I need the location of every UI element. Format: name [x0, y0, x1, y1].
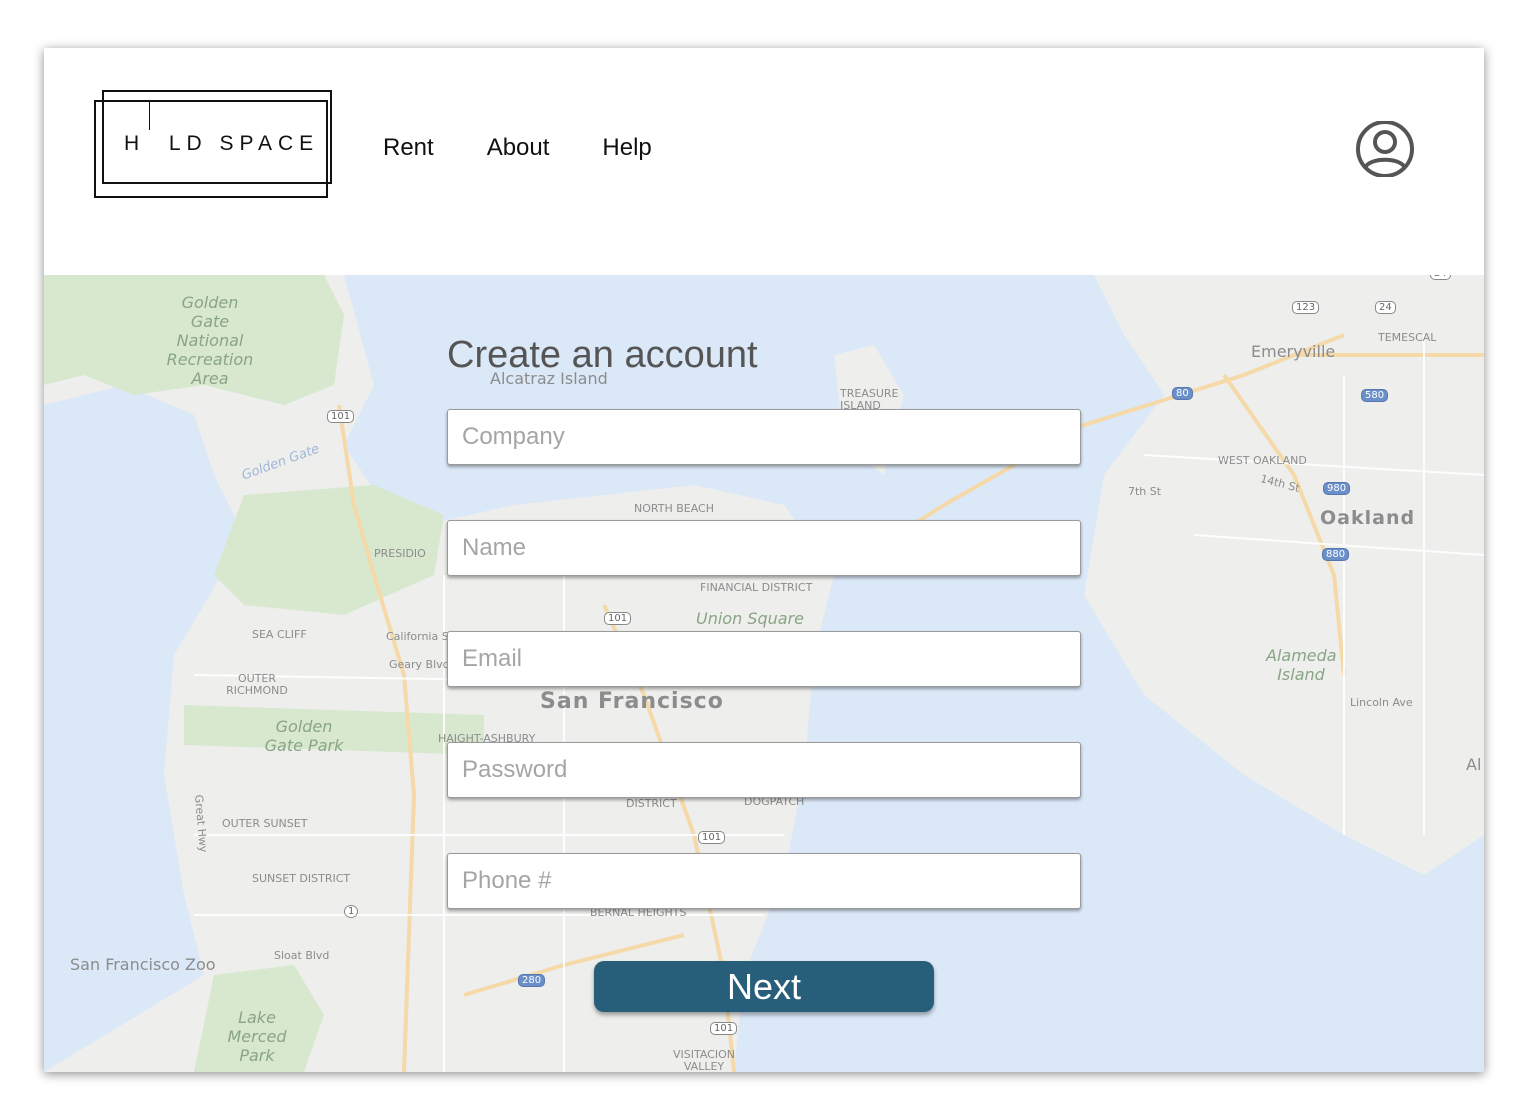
- map-label-union-square: Union Square: [696, 609, 804, 628]
- highway-shield-580: 580: [1361, 389, 1389, 402]
- main-nav: Rent About Help: [383, 134, 705, 162]
- map-label-temescal: TEMESCAL: [1378, 331, 1437, 344]
- company-input[interactable]: [447, 409, 1081, 465]
- highway-shield-101: 101: [710, 1022, 738, 1035]
- map-label-lake-merced: Lake Merced Park: [227, 1008, 287, 1065]
- email-input[interactable]: [447, 631, 1081, 687]
- nav-rent-link[interactable]: Rent: [383, 134, 434, 162]
- app-window: H LD SPACE Rent About Help Golden Gate N…: [44, 48, 1484, 1072]
- map-label-west-oakland: WEST OAKLAND: [1218, 454, 1307, 467]
- page-title: Create an account: [447, 334, 758, 376]
- highway-shield-980: 980: [1323, 482, 1351, 495]
- map-label-ggnra: Golden Gate National Recreation Area: [166, 293, 254, 388]
- highway-shield-80: 80: [1172, 387, 1193, 400]
- highway-shield-880: 880: [1322, 548, 1350, 561]
- map-label-7th-st: 7th St: [1128, 485, 1162, 498]
- map-label-sf-zoo: San Francisco Zoo: [70, 955, 216, 974]
- map-label-mission-district: DISTRICT: [626, 797, 677, 810]
- nav-about-link[interactable]: About: [487, 134, 550, 162]
- map-label-al: Al: [1466, 755, 1482, 774]
- map-label-sea-cliff: SEA CLIFF: [252, 628, 307, 641]
- password-input[interactable]: [447, 742, 1081, 798]
- highway-shield-101: 101: [327, 410, 355, 423]
- logo-text: H LD SPACE: [124, 132, 320, 155]
- map-label-sunset-district: SUNSET DISTRICT: [252, 872, 351, 885]
- highway-shield-24: 24: [1430, 275, 1451, 280]
- phone-input[interactable]: [447, 853, 1081, 909]
- nav-help-link[interactable]: Help: [602, 134, 651, 162]
- highway-shield-101: 101: [698, 831, 726, 844]
- map-label-oakland: Oakland: [1320, 507, 1416, 529]
- header: H LD SPACE Rent About Help: [44, 48, 1484, 275]
- map-label-emeryville: Emeryville: [1251, 342, 1336, 361]
- map-label-sloat-blvd: Sloat Blvd: [274, 949, 330, 962]
- logo-bulb-cord: [149, 102, 150, 130]
- highway-shield-101: 101: [604, 612, 632, 625]
- highway-shield-280: 280: [518, 974, 546, 987]
- map-label-outer-richmond: OUTER RICHMOND: [226, 672, 288, 697]
- next-button[interactable]: Next: [594, 961, 934, 1012]
- map-label-visitacion-valley: VISITACION VALLEY: [672, 1048, 735, 1073]
- name-input[interactable]: [447, 520, 1081, 576]
- highway-shield-24: 24: [1375, 301, 1396, 314]
- map-label-geary-blvd: Geary Blvd: [389, 658, 450, 671]
- logo[interactable]: H LD SPACE: [94, 88, 336, 200]
- map-label-san-francisco: San Francisco: [540, 689, 724, 714]
- map-label-north-beach: NORTH BEACH: [634, 502, 714, 515]
- map-label-california-st: California St: [386, 630, 454, 643]
- highway-shield-123: 123: [1292, 301, 1320, 314]
- map-label-financial-district: FINANCIAL DISTRICT: [700, 581, 813, 594]
- map-label-presidio: PRESIDIO: [374, 547, 426, 560]
- map-label-lincoln-ave: Lincoln Ave: [1350, 696, 1413, 709]
- user-circle-icon[interactable]: [1352, 120, 1418, 178]
- map-label-golden-gate-park: Golden Gate Park: [264, 717, 344, 755]
- map-label-outer-sunset: OUTER SUNSET: [222, 817, 308, 830]
- map-label-alameda: Alameda Island: [1266, 646, 1337, 684]
